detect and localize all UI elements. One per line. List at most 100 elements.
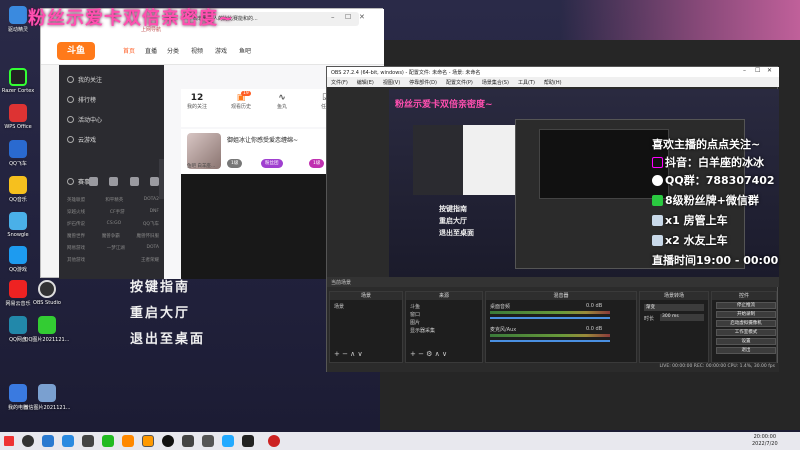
settings-button[interactable]: 设置 xyxy=(716,338,776,345)
close-icon[interactable]: ✕ xyxy=(767,67,772,74)
desktop-icon[interactable]: QQ图片2021121... xyxy=(25,316,69,343)
qq-icon[interactable] xyxy=(62,435,74,447)
stat-follow[interactable]: 12 我的关注 xyxy=(187,93,207,110)
obs-taskbar-icon[interactable] xyxy=(22,435,34,447)
tab-live[interactable]: 直播 xyxy=(145,46,157,55)
transition-select[interactable]: 渐变 xyxy=(644,304,704,311)
duration-input[interactable]: 300 ms xyxy=(660,314,704,321)
sidebar-item-events[interactable]: 赛事 xyxy=(67,177,90,186)
netease-icon[interactable] xyxy=(268,435,280,447)
sidebar-game-icons xyxy=(89,177,159,186)
desktop-icon[interactable]: WPS Office xyxy=(3,104,33,130)
maximize-icon[interactable]: ☐ xyxy=(345,13,351,21)
menu-item-exit-desktop[interactable]: 退出至桌面 xyxy=(130,328,205,347)
image-icon xyxy=(652,235,663,246)
stop-streaming-button[interactable]: 停止推流 xyxy=(716,302,776,309)
desktop-icon[interactable]: QQ游戏 xyxy=(3,246,33,273)
site-logo[interactable]: 斗鱼 xyxy=(57,42,95,60)
qq-penguin-icon[interactable] xyxy=(162,435,174,447)
virtual-camera-button[interactable]: 启动虚拟摄像机 xyxy=(716,320,776,327)
image-icon xyxy=(652,215,663,226)
source-item[interactable]: 斗鱼 xyxy=(410,303,420,310)
system-clock[interactable]: 20:00:00 2022/7/20 xyxy=(752,434,778,448)
tab-game[interactable]: 游戏 xyxy=(215,46,227,55)
game-icon[interactable] xyxy=(149,177,159,186)
menu-profile[interactable]: 配置文件(P) xyxy=(446,80,473,86)
scene-item[interactable]: 场景 xyxy=(334,303,344,310)
source-item[interactable]: 显示器采集 xyxy=(410,327,435,334)
wechat-icon xyxy=(652,195,663,206)
tab-home[interactable]: 首页 xyxy=(123,46,135,55)
start-icon[interactable] xyxy=(4,436,14,446)
sidebar: 我的关注 排行榜 活动中心 云游戏 赛事 英雄联盟 和平精英 DOTA2 穿越火线 C… xyxy=(59,65,164,279)
tab-category[interactable]: 分类 xyxy=(167,46,179,55)
video-subtitle: 鱼吧 白羊座... xyxy=(187,164,216,169)
desktop-icon[interactable]: 微信图片2021121... xyxy=(23,384,71,411)
menu-item-key-guide[interactable]: 按键指南 xyxy=(130,276,190,295)
menu-file[interactable]: 文件(F) xyxy=(331,80,348,86)
folder-icon[interactable] xyxy=(122,435,134,447)
menu-item-restart-lobby[interactable]: 重启大厅 xyxy=(130,302,190,321)
level-badge: 1级 xyxy=(227,159,243,168)
source-toolbar[interactable]: + − ⚙ ∧ ∨ xyxy=(410,350,447,358)
volume-slider[interactable] xyxy=(490,340,610,342)
obs-taskbar-icon[interactable] xyxy=(242,435,254,447)
scene-toolbar[interactable]: + − ∧ ∨ xyxy=(334,350,363,358)
app-icon[interactable] xyxy=(222,435,234,447)
fan-badge: 粉丝团 xyxy=(261,159,283,168)
desktop-icon[interactable]: OBS Studio xyxy=(32,280,62,306)
volume-meter xyxy=(490,334,610,337)
desktop-icon[interactable]: QQ飞车 xyxy=(3,140,33,167)
trophy-icon xyxy=(67,178,74,185)
desktop-icon[interactable]: 网易云音乐 xyxy=(3,280,33,307)
menu-scene-collection[interactable]: 场景集合(S) xyxy=(482,80,509,86)
game-icon[interactable] xyxy=(89,177,98,186)
source-item[interactable]: 窗口 xyxy=(410,311,420,318)
minimize-icon[interactable]: – xyxy=(331,13,335,21)
qq-speed-icon xyxy=(9,140,27,158)
menu-help[interactable]: 帮助(H) xyxy=(544,80,562,86)
preview-menu-item: 重启大厅 xyxy=(439,217,467,225)
promo-line: 8级粉丝牌+微信群 xyxy=(652,192,759,208)
mixer-channel-db: 0.0 dB xyxy=(586,303,603,309)
sidebar-item-follow[interactable]: 我的关注 xyxy=(67,75,102,84)
maximize-icon[interactable]: ☐ xyxy=(755,67,760,74)
close-icon[interactable]: ✕ xyxy=(359,13,365,21)
app-icon[interactable] xyxy=(182,435,194,447)
image-file-icon xyxy=(38,384,56,402)
stream-overlay-title: 粉丝示爱卡双倍亲密度~ xyxy=(28,8,235,29)
stat-fishball[interactable]: ∿ 鱼丸 xyxy=(277,93,287,110)
qq-icon xyxy=(652,175,663,186)
video-title[interactable]: 御姐冰让你感受爱恋缠绵~ xyxy=(227,135,298,144)
minimize-icon[interactable]: – xyxy=(743,67,746,74)
tab-fishbar[interactable]: 鱼吧 xyxy=(239,46,251,55)
desktop-icon[interactable]: Razer Cortex xyxy=(2,68,34,94)
controls-header: 控件 xyxy=(712,292,776,300)
volume-slider[interactable] xyxy=(490,317,610,319)
desktop-icon[interactable]: Snowgle xyxy=(3,212,33,238)
menu-tools[interactable]: 工具(T) xyxy=(518,80,535,86)
sidebar-item-cloud-game[interactable]: 云游戏 xyxy=(67,135,96,144)
sidebar-item-events[interactable]: 活动中心 xyxy=(67,115,102,124)
douyu-icon[interactable] xyxy=(142,435,154,447)
game-icon[interactable] xyxy=(109,177,119,186)
desktop-icon[interactable]: QQ音乐 xyxy=(3,176,33,203)
tab-video[interactable]: 视频 xyxy=(191,46,203,55)
mixer-channel-db: 0.0 dB xyxy=(586,326,603,332)
nvidia-icon[interactable] xyxy=(102,435,114,447)
source-item[interactable]: 图片 xyxy=(410,319,420,326)
exit-button[interactable]: 退出 xyxy=(716,347,776,354)
mixer-channel-name: 桌面音频 xyxy=(490,304,511,310)
studio-mode-button[interactable]: 工作室模式 xyxy=(716,329,776,336)
menu-edit[interactable]: 编辑(E) xyxy=(357,80,374,86)
preview-menu-item: 按键指南 xyxy=(439,205,467,213)
edge-icon[interactable] xyxy=(42,435,54,447)
start-recording-button[interactable]: 开始录制 xyxy=(716,311,776,318)
game-icon[interactable] xyxy=(129,177,139,186)
steam-icon[interactable] xyxy=(82,435,94,447)
menu-docks[interactable]: 停靠部件(D) xyxy=(409,80,437,86)
steam-icon[interactable] xyxy=(202,435,214,447)
site-navbar: 斗鱼 首页 直播 分类 视频 游戏 鱼吧 xyxy=(41,37,384,65)
sidebar-item-rank[interactable]: 排行榜 xyxy=(67,95,96,104)
menu-view[interactable]: 视图(V) xyxy=(383,80,400,86)
